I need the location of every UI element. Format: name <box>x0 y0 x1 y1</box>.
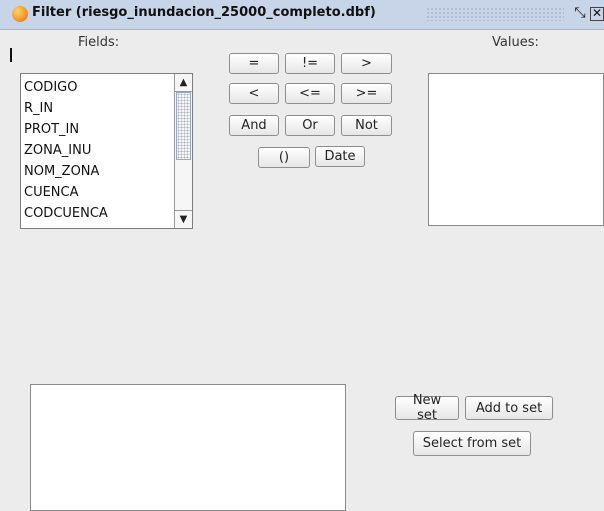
window-titlebar[interactable]: Filter (riesgo_inundacion_25000_completo… <box>0 0 604 30</box>
field-item-nom-zona[interactable]: NOM_ZONA <box>24 164 99 179</box>
parentheses-button[interactable]: () <box>258 147 310 168</box>
filter-expression-area[interactable] <box>30 384 346 511</box>
scroll-thumb[interactable] <box>176 92 191 160</box>
scroll-up-icon[interactable]: ▲ <box>175 74 192 92</box>
titlebar-grip <box>426 7 564 21</box>
or-button[interactable]: Or <box>285 115 335 136</box>
scroll-down-icon[interactable]: ▼ <box>175 210 192 228</box>
restore-icon[interactable]: ⤡ <box>572 5 588 21</box>
fields-list[interactable]: CODIGO R_IN PROT_IN ZONA_INU NOM_ZONA CU… <box>20 73 193 229</box>
less-equal-button[interactable]: <= <box>285 83 335 104</box>
fields-scrollbar[interactable]: ▲ ▼ <box>174 74 192 228</box>
close-icon[interactable]: ✕ <box>590 7 604 21</box>
new-set-button[interactable]: New set <box>395 393 459 423</box>
values-label: Values: <box>492 35 539 50</box>
field-item-r-in[interactable]: R_IN <box>24 101 53 116</box>
less-than-button[interactable]: < <box>229 83 279 104</box>
and-button[interactable]: And <box>229 115 279 136</box>
left-edge-marker <box>10 48 12 62</box>
select-from-set-button[interactable]: Select from set <box>413 431 531 456</box>
app-icon <box>12 6 28 22</box>
field-item-prot-in[interactable]: PROT_IN <box>24 122 79 137</box>
field-item-codigo[interactable]: CODIGO <box>24 80 77 95</box>
window-title: Filter (riesgo_inundacion_25000_completo… <box>32 5 376 20</box>
date-button[interactable]: Date <box>315 146 365 167</box>
field-item-cuenca[interactable]: CUENCA <box>24 185 79 200</box>
field-item-codcuenca[interactable]: CODCUENCA <box>24 206 108 221</box>
greater-equal-button[interactable]: >= <box>341 83 392 104</box>
not-equals-button[interactable]: != <box>285 53 335 74</box>
not-button[interactable]: Not <box>341 115 392 136</box>
field-item-zona-inu[interactable]: ZONA_INU <box>24 143 91 158</box>
equals-button[interactable]: = <box>229 53 279 74</box>
greater-than-button[interactable]: > <box>341 53 392 74</box>
values-list[interactable] <box>428 73 604 226</box>
add-to-set-button[interactable]: Add to set <box>465 396 553 420</box>
fields-label: Fields: <box>78 35 120 50</box>
